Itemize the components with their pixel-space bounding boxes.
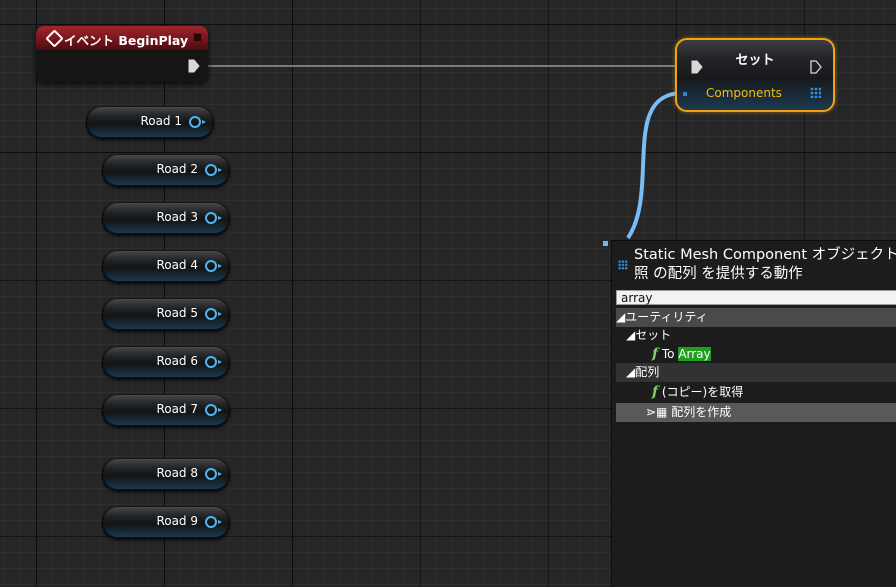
array-output-pin-icon[interactable] — [810, 87, 821, 98]
object-output-pin-icon[interactable] — [205, 308, 222, 320]
function-icon: f — [652, 384, 659, 400]
event-icon — [45, 29, 64, 48]
variable-node-road-4[interactable]: Road 4 — [102, 250, 230, 282]
action-label: 配列を作成 — [671, 405, 732, 419]
action-to-array[interactable]: f To Array — [652, 345, 711, 364]
variable-label: Road 1 — [140, 114, 182, 128]
event-beginplay-node[interactable]: イベント BeginPlay — [36, 26, 208, 82]
expand-triangle-icon[interactable]: ◢ — [616, 310, 625, 324]
variable-label: Road 4 — [156, 258, 198, 272]
object-output-pin-icon[interactable] — [205, 212, 222, 224]
function-icon: f — [652, 346, 659, 362]
object-output-pin-icon[interactable] — [205, 404, 222, 416]
context-action-menu[interactable]: Static Mesh Component オブジェクト参 照 の配列 を提供す… — [611, 240, 896, 587]
variable-node-road-1[interactable]: Road 1 — [86, 106, 214, 138]
variable-label: Road 9 — [156, 514, 198, 528]
search-match-highlight: Array — [678, 347, 711, 361]
variable-node-road-8[interactable]: Road 8 — [102, 458, 230, 490]
action-make-array[interactable]: ⋗▦ 配列を作成 — [616, 403, 896, 422]
context-menu-header: Static Mesh Component オブジェクト参 照 の配列 を提供す… — [634, 247, 896, 282]
object-output-pin-icon[interactable] — [205, 356, 222, 368]
expand-triangle-icon[interactable]: ◢ — [616, 365, 635, 379]
variable-node-road-3[interactable]: Road 3 — [102, 202, 230, 234]
expand-triangle-icon[interactable]: ◢ — [626, 328, 635, 342]
category-array[interactable]: ◢配列 — [616, 363, 896, 382]
category-set[interactable]: ◢セット — [626, 326, 671, 345]
components-pin-label: Components — [706, 86, 782, 100]
object-output-pin-icon[interactable] — [205, 164, 222, 176]
variable-node-road-7[interactable]: Road 7 — [102, 394, 230, 426]
category-utility-label: ユーティリティ — [625, 310, 708, 324]
delegate-pin-icon[interactable] — [193, 33, 202, 42]
variable-node-road-2[interactable]: Road 2 — [102, 154, 230, 186]
components-wire — [626, 91, 684, 240]
event-node-header: イベント BeginPlay — [36, 26, 208, 50]
variable-node-road-9[interactable]: Road 9 — [102, 506, 230, 538]
wire-drag-endpoint — [603, 241, 608, 246]
object-output-pin-icon[interactable] — [205, 260, 222, 272]
make-array-icon: ⋗▦ — [646, 405, 668, 419]
variable-label: Road 2 — [156, 162, 198, 176]
object-output-pin-icon[interactable] — [205, 468, 222, 480]
action-label: (コピー)を取得 — [661, 385, 744, 399]
variable-label: Road 7 — [156, 402, 198, 416]
variable-label: Road 6 — [156, 354, 198, 368]
array-type-icon — [618, 260, 628, 270]
variable-label: Road 3 — [156, 210, 198, 224]
action-label-prefix: To — [661, 347, 679, 361]
category-utility[interactable]: ◢ユーティリティ — [616, 308, 896, 327]
category-set-label: セット — [635, 328, 672, 342]
exec-output-pin-icon[interactable] — [188, 59, 200, 73]
set-components-node[interactable]: セット Components — [675, 38, 835, 112]
array-input-pin-icon[interactable] — [683, 92, 687, 96]
action-get-copy[interactable]: f (コピー)を取得 — [652, 383, 743, 402]
variable-node-road-6[interactable]: Road 6 — [102, 346, 230, 378]
category-array-label: 配列 — [635, 365, 660, 379]
variable-node-road-5[interactable]: Road 5 — [102, 298, 230, 330]
object-output-pin-icon[interactable] — [205, 516, 222, 528]
search-input[interactable]: array — [616, 290, 896, 305]
variable-label: Road 8 — [156, 466, 198, 480]
exec-input-pin-icon[interactable] — [691, 60, 703, 74]
variable-label: Road 5 — [156, 306, 198, 320]
event-node-title: イベント BeginPlay — [64, 33, 189, 48]
object-output-pin-icon[interactable] — [189, 116, 206, 128]
exec-output-pin-icon[interactable] — [810, 60, 822, 74]
